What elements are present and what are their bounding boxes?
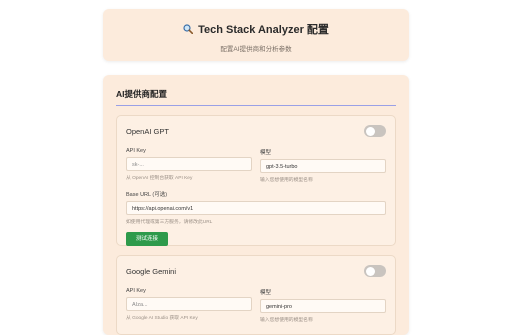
- toggle-knob: [365, 126, 375, 136]
- provider-toggle[interactable]: [364, 125, 386, 137]
- provider-gemini: Google Gemini API Key AIza... 从 Google A…: [116, 255, 396, 335]
- magnifier-icon: [183, 24, 194, 34]
- page-title: Tech Stack Analyzer 配置: [198, 24, 329, 36]
- api-key-input[interactable]: AIza...: [126, 297, 252, 311]
- toggle-knob: [365, 266, 375, 276]
- provider-name: OpenAI GPT: [126, 126, 169, 136]
- config-card: AI提供商配置 OpenAI GPT API Key sk-... 从 Open…: [103, 75, 409, 335]
- model-input[interactable]: gpt-3.5-turbo: [260, 159, 386, 173]
- model-label: 模型: [260, 290, 272, 296]
- test-connection-button[interactable]: 测试连接: [126, 232, 168, 246]
- api-key-label: API Key: [126, 288, 146, 294]
- provider-name: Google Gemini: [126, 266, 177, 276]
- header-card: Tech Stack Analyzer 配置 配置AI提供商和分析参数: [103, 9, 409, 61]
- section-title: AI提供商配置: [116, 88, 396, 106]
- base-url-input[interactable]: https://api.openai.com/v1: [126, 201, 386, 215]
- api-key-hint: 从 OpenAI 控制台获取 API Key: [126, 176, 193, 181]
- model-input[interactable]: gemini-pro: [260, 299, 386, 313]
- provider-toggle[interactable]: [364, 265, 386, 277]
- page-title-row: Tech Stack Analyzer 配置: [103, 21, 409, 37]
- model-hint: 输入您想使用的模型名称: [260, 178, 313, 183]
- base-url-label: Base URL (可选): [126, 192, 168, 198]
- api-key-label: API Key: [126, 148, 146, 154]
- api-key-input[interactable]: sk-...: [126, 157, 252, 171]
- provider-openai: OpenAI GPT API Key sk-... 从 OpenAI 控制台获取…: [116, 115, 396, 246]
- page: Tech Stack Analyzer 配置 配置AI提供商和分析参数 AI提供…: [0, 0, 512, 335]
- model-label: 模型: [260, 150, 272, 156]
- base-url-hint: 如使用代理或第三方服务，请修改此URL: [126, 220, 213, 225]
- page-subtitle: 配置AI提供商和分析参数: [220, 46, 292, 53]
